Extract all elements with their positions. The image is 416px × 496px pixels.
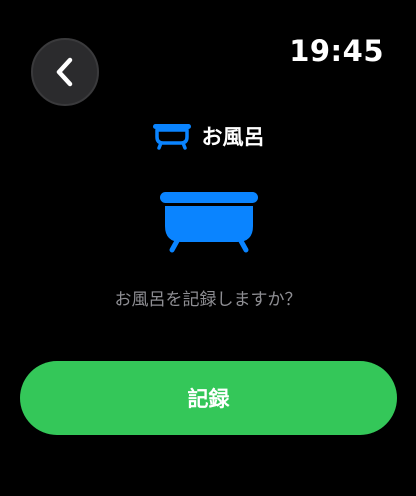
page-title: お風呂	[0, 118, 416, 154]
chevron-left-icon	[56, 57, 73, 87]
prompt-text: お風呂を記録しますか？	[114, 290, 302, 310]
status-time: 19:45	[289, 34, 384, 68]
bathtub-icon	[160, 192, 258, 253]
back-button[interactable]	[31, 38, 99, 106]
title-label: お風呂	[201, 125, 265, 149]
bathtub-icon	[152, 124, 191, 150]
record-button[interactable]: 記録	[20, 361, 397, 435]
record-button-label: 記録	[187, 387, 230, 411]
